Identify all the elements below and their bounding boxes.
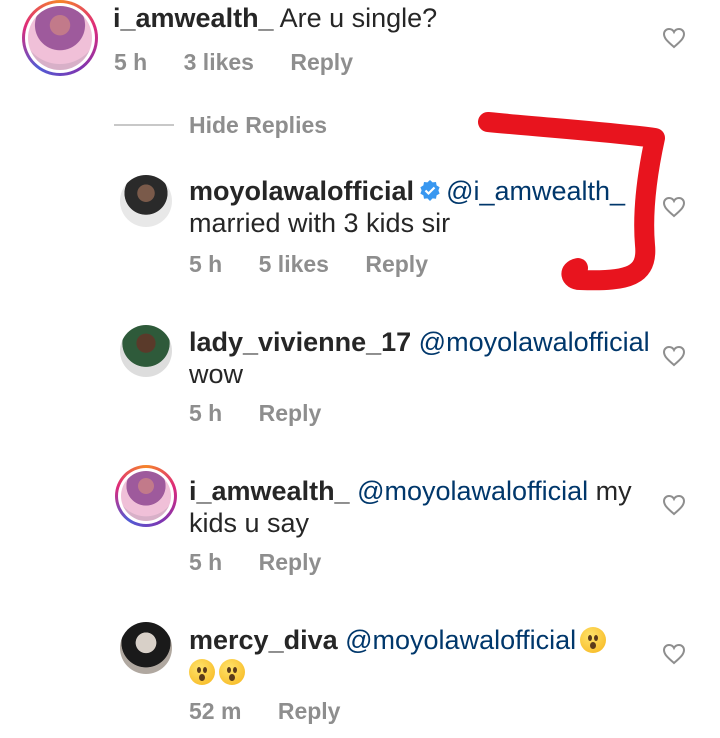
reply-reply-button[interactable]: Reply xyxy=(259,549,322,575)
heart-icon[interactable] xyxy=(662,494,686,516)
heart-icon[interactable] xyxy=(662,643,686,665)
comment-time: 5 h xyxy=(114,49,148,75)
hushed-face-emoji xyxy=(580,627,607,653)
reply-username[interactable]: i_amwealth_ xyxy=(189,476,350,506)
reply-emojis xyxy=(185,656,245,688)
reply-likes[interactable]: 5 likes xyxy=(259,251,329,277)
reply-body: married with 3 kids sir xyxy=(189,208,451,238)
avatar-lady-vivienne[interactable] xyxy=(120,325,172,377)
reply-time: 5 h xyxy=(189,549,223,575)
hide-replies-button[interactable]: Hide Replies xyxy=(189,112,327,139)
comment-text: i_amwealth_ Are u single? xyxy=(113,2,437,34)
avatar-i-amwealth[interactable] xyxy=(22,0,98,76)
reply-body-inline: my xyxy=(595,476,632,506)
comment-meta: 5 h 3 likes Reply xyxy=(114,49,383,76)
reply-username[interactable]: mercy_diva xyxy=(189,625,338,655)
hushed-face-emoji xyxy=(189,659,215,685)
heart-icon[interactable] xyxy=(662,345,686,367)
reply-time: 5 h xyxy=(189,251,223,277)
reply-reply-button[interactable]: Reply xyxy=(365,251,428,277)
reply-text: i_amwealth_ @moyolawalofficial my xyxy=(189,475,632,507)
heart-icon[interactable] xyxy=(662,27,686,49)
comment-username[interactable]: i_amwealth_ xyxy=(113,3,274,33)
reply-body: wow xyxy=(189,359,244,389)
reply-meta: 5 h Reply xyxy=(189,400,351,427)
replies-divider xyxy=(114,124,174,126)
verified-badge-icon xyxy=(420,180,440,201)
reply-body: kids u say xyxy=(189,508,310,538)
avatar-mercy-diva[interactable] xyxy=(120,622,172,674)
reply-reply-button[interactable]: Reply xyxy=(259,400,322,426)
reply-mention[interactable]: @moyolawalofficial xyxy=(419,327,650,357)
reply-username[interactable]: moyolawalofficial xyxy=(189,176,414,206)
avatar-moyolawalofficial[interactable] xyxy=(120,175,172,227)
comment-likes[interactable]: 3 likes xyxy=(184,49,254,75)
avatar-i-amwealth[interactable] xyxy=(115,465,177,527)
reply-time: 5 h xyxy=(189,400,223,426)
reply-username[interactable]: lady_vivienne_17 xyxy=(189,327,411,357)
reply-meta: 5 h Reply xyxy=(189,549,351,576)
reply-meta: 52 m Reply xyxy=(189,698,370,725)
reply-text: lady_vivienne_17 @moyolawalofficial xyxy=(189,326,650,358)
comment-reply-button[interactable]: Reply xyxy=(290,49,353,75)
reply-mention[interactable]: @moyolawalofficial xyxy=(357,476,588,506)
comment-body: Are u single? xyxy=(279,3,438,33)
reply-mention[interactable]: @moyolawalofficial xyxy=(345,625,576,655)
reply-time: 52 m xyxy=(189,698,242,724)
red-bracket-annotation xyxy=(478,112,665,291)
reply-reply-button[interactable]: Reply xyxy=(278,698,341,724)
reply-meta: 5 h 5 likes Reply xyxy=(189,251,458,278)
reply-text: mercy_diva @moyolawalofficial xyxy=(189,624,607,656)
hushed-face-emoji xyxy=(219,659,245,685)
